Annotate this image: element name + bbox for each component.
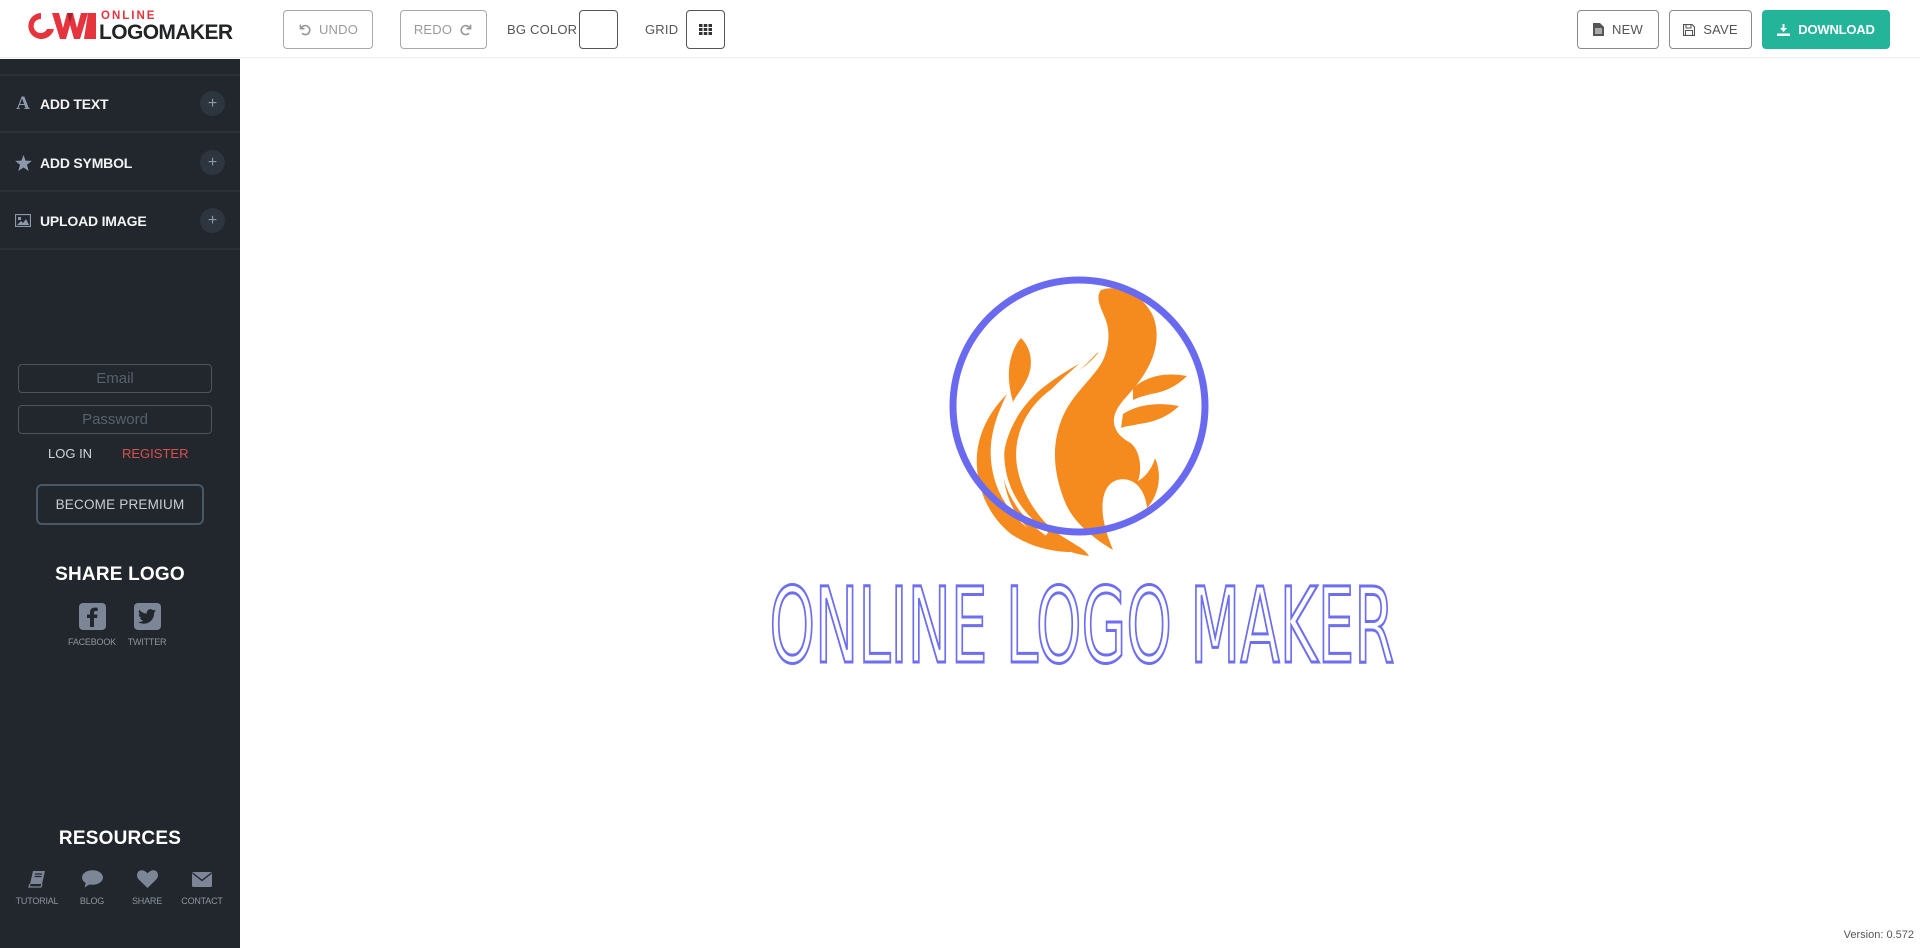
share-twitter-button[interactable]: TWITTER xyxy=(122,603,172,647)
share-label: TWITTER xyxy=(127,637,167,647)
grid-icon xyxy=(699,24,712,35)
download-button[interactable]: DOWNLOAD xyxy=(1762,10,1890,49)
resource-label: BLOG xyxy=(79,896,105,906)
grid-label: GRID xyxy=(645,22,679,37)
share-label: FACEBOOK xyxy=(68,637,116,647)
download-icon xyxy=(1777,23,1791,36)
twitter-icon xyxy=(133,603,161,630)
become-premium-button[interactable]: BECOME PREMIUM xyxy=(36,484,204,525)
logo-canvas[interactable]: ONLINE LOGO MAKER Version: 0.572 xyxy=(240,59,1920,948)
sidebar-item-upload-image[interactable]: UPLOAD IMAGE + xyxy=(0,193,240,250)
file-icon xyxy=(1593,23,1605,36)
phoenix-flame-icon[interactable] xyxy=(933,276,1223,566)
share-logo-heading: SHARE LOGO xyxy=(55,564,185,585)
image-icon xyxy=(14,212,32,230)
sidebar-item-label: UPLOAD IMAGE xyxy=(40,212,147,229)
sidebar-item-label: ADD TEXT xyxy=(40,95,109,112)
resource-share-button[interactable]: SHARE xyxy=(119,867,175,906)
password-field[interactable] xyxy=(18,405,212,434)
text-font-icon: A xyxy=(16,92,30,114)
resource-blog-button[interactable]: BLOG xyxy=(64,867,120,906)
new-label: NEW xyxy=(1612,22,1643,37)
bg-color-label: BG COLOR xyxy=(507,22,578,37)
logo-text-content: ONLINE LOGO MAKER xyxy=(770,565,1395,674)
share-facebook-button[interactable]: FACEBOOK xyxy=(67,603,117,647)
resource-contact-button[interactable]: CONTACT xyxy=(174,867,230,906)
login-link[interactable]: LOG IN xyxy=(48,446,92,461)
redo-icon xyxy=(460,24,472,36)
plus-icon[interactable]: + xyxy=(200,91,225,116)
sidebar-item-label: ADD SYMBOL xyxy=(40,154,133,171)
bg-color-picker[interactable] xyxy=(579,10,618,49)
plus-icon[interactable]: + xyxy=(200,150,225,175)
undo-label: UNDO xyxy=(318,22,359,37)
brand-mark-icon xyxy=(28,13,96,39)
register-link[interactable]: REGISTER xyxy=(122,446,188,461)
sidebar: A ADD TEXT + ADD SYMBOL + UPLOAD IMAGE +… xyxy=(0,59,240,948)
sidebar-item-add-text[interactable]: A ADD TEXT + xyxy=(0,76,240,133)
undo-button[interactable]: UNDO xyxy=(283,10,373,49)
top-toolbar: ONLINE LOGOMAKER UNDO REDO BG COLOR GRID… xyxy=(0,0,1920,58)
floppy-disk-icon xyxy=(1683,23,1696,36)
sidebar-item-add-symbol[interactable]: ADD SYMBOL + xyxy=(0,135,240,192)
redo-label: REDO xyxy=(413,22,453,37)
resource-tutorial-button[interactable]: TUTORIAL xyxy=(9,867,65,906)
grid-toggle-button[interactable] xyxy=(686,10,725,49)
facebook-icon xyxy=(78,603,106,630)
new-button[interactable]: NEW xyxy=(1577,10,1659,49)
envelope-icon xyxy=(190,867,214,891)
heart-icon xyxy=(135,867,159,891)
save-button[interactable]: SAVE xyxy=(1669,10,1752,49)
resource-label: SHARE xyxy=(131,896,162,906)
star-icon xyxy=(14,154,32,172)
logo-text[interactable]: ONLINE LOGO MAKER xyxy=(765,559,1400,675)
resources-heading: RESOURCES xyxy=(58,828,182,849)
brand-text-logomaker: LOGOMAKER xyxy=(99,21,233,44)
resource-label: CONTACT xyxy=(181,896,223,906)
save-label: SAVE xyxy=(1703,22,1738,37)
version-label: Version: 0.572 xyxy=(1843,929,1914,941)
speech-bubble-icon xyxy=(80,867,104,891)
undo-icon xyxy=(299,24,311,36)
book-icon xyxy=(25,867,49,891)
email-field[interactable] xyxy=(18,364,212,393)
redo-button[interactable]: REDO xyxy=(400,10,487,49)
plus-icon[interactable]: + xyxy=(200,208,225,233)
download-label: DOWNLOAD xyxy=(1798,22,1875,37)
resource-label: TUTORIAL xyxy=(15,896,59,906)
brand-logo[interactable]: ONLINE LOGOMAKER xyxy=(26,9,233,44)
